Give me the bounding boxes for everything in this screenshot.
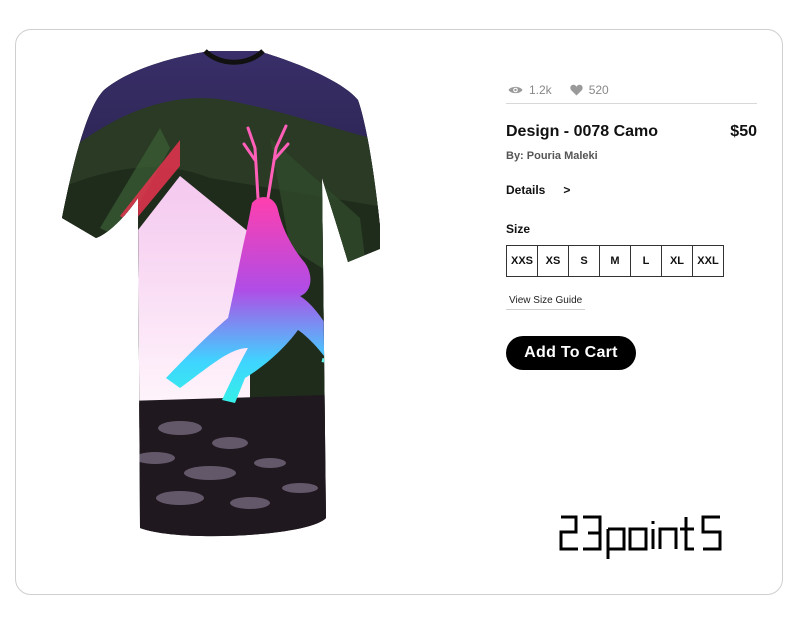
product-author: By: Pouria Maleki <box>506 150 598 162</box>
size-selector: XXS XS S M L XL XXL <box>506 245 724 277</box>
add-to-cart-button[interactable]: Add To Cart <box>506 336 636 370</box>
size-option-xl[interactable]: XL <box>661 245 693 277</box>
product-image <box>60 48 382 558</box>
product-price: $50 <box>730 123 757 140</box>
size-option-xs[interactable]: XS <box>537 245 569 277</box>
heart-icon[interactable] <box>570 84 583 96</box>
chevron-right-icon: > <box>563 183 571 197</box>
eye-icon <box>508 85 523 95</box>
product-title: Design - 0078 Camo <box>506 123 659 140</box>
size-guide-link[interactable]: View Size Guide <box>506 295 586 310</box>
details-toggle[interactable]: Details > <box>506 183 570 197</box>
size-option-m[interactable]: M <box>599 245 631 277</box>
views-count: 1.2k <box>529 83 552 97</box>
divider <box>506 103 757 104</box>
details-label: Details <box>506 183 546 197</box>
size-option-s[interactable]: S <box>568 245 600 277</box>
size-label: Size <box>506 222 531 236</box>
brand-logo <box>558 505 748 565</box>
size-option-l[interactable]: L <box>630 245 662 277</box>
likes-count: 520 <box>588 83 609 97</box>
product-stats: 1.2k 520 <box>508 82 609 98</box>
size-option-xxs[interactable]: XXS <box>506 245 538 277</box>
size-option-xxl[interactable]: XXL <box>692 245 724 277</box>
